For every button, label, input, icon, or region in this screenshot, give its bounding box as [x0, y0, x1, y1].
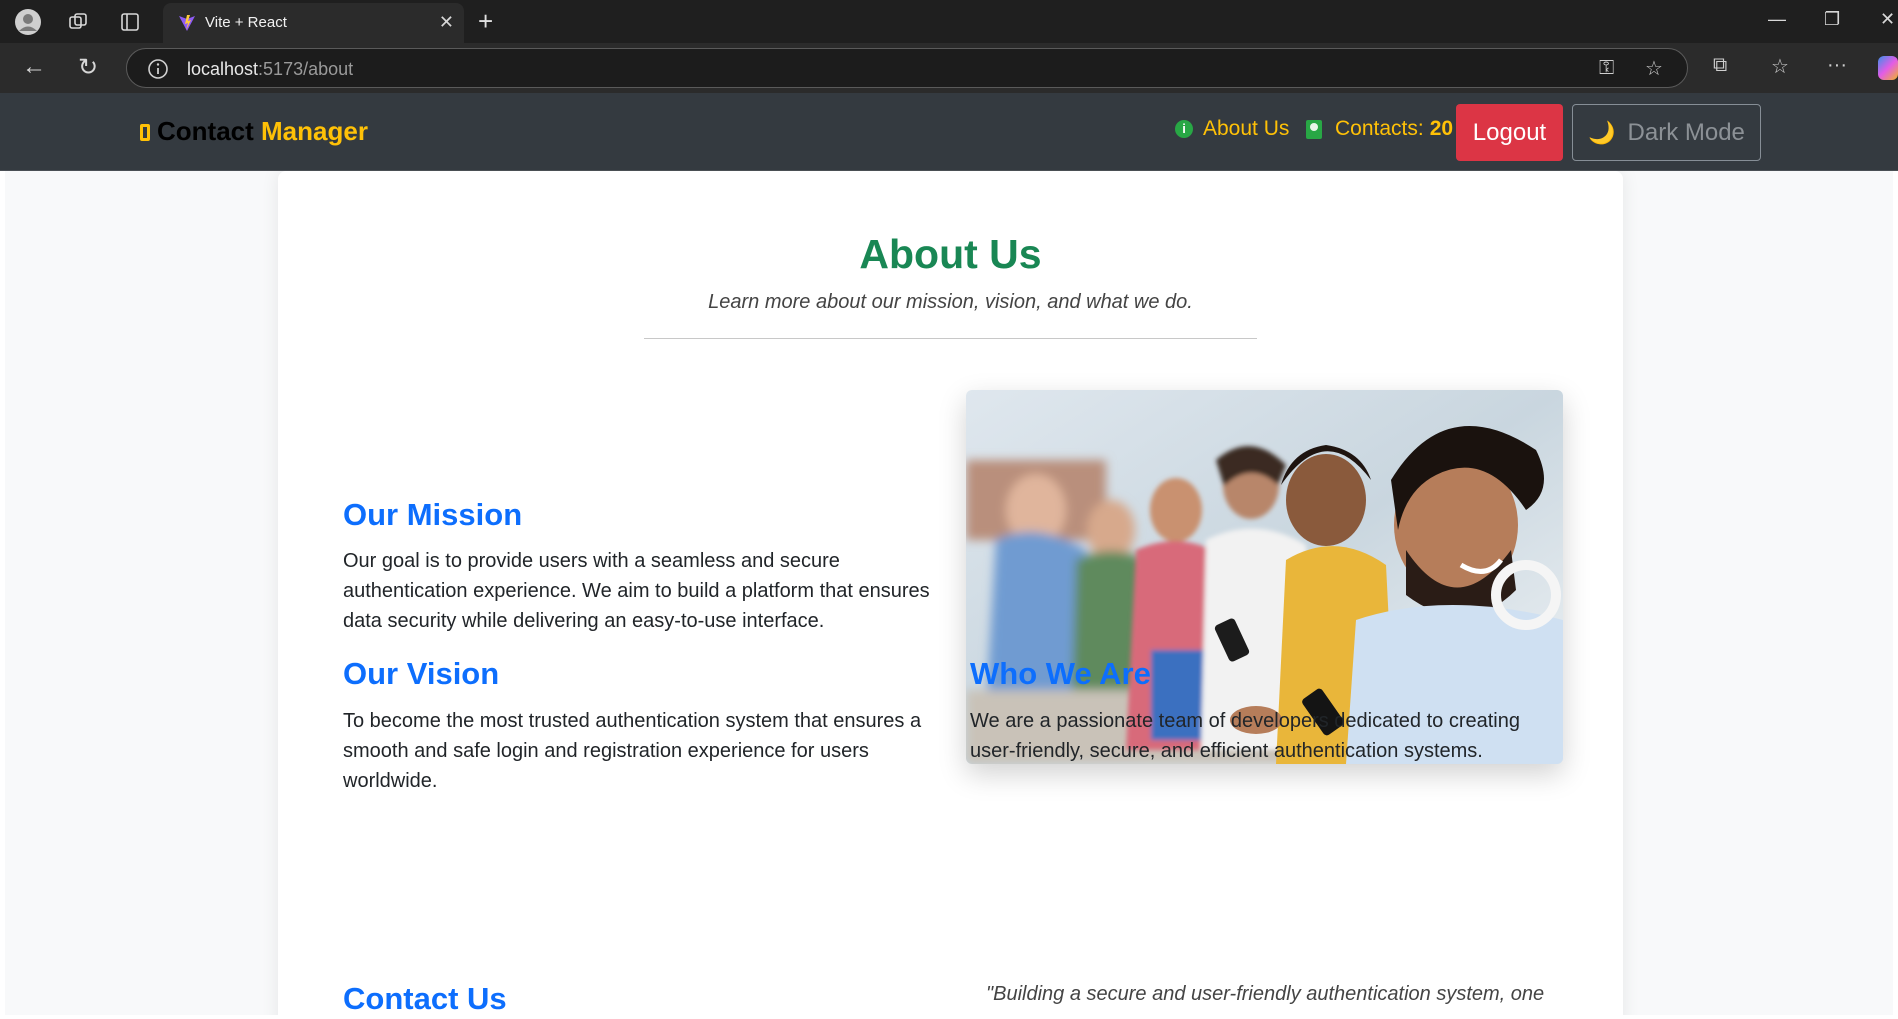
- about-card: About Us Learn more about our mission, v…: [278, 171, 1623, 1015]
- extensions-icon[interactable]: ⧉: [1713, 54, 1727, 77]
- profile-avatar-icon[interactable]: [14, 8, 42, 36]
- phone-icon: [140, 124, 150, 141]
- favorite-star-icon[interactable]: ☆: [1645, 56, 1663, 81]
- dark-mode-button[interactable]: 🌙 Dark Mode: [1572, 104, 1761, 161]
- reload-icon[interactable]: ↻: [78, 53, 98, 82]
- restore-icon[interactable]: ❐: [1824, 9, 1840, 30]
- contact-card-icon: [1306, 119, 1322, 139]
- info-circle-icon: i: [1175, 120, 1193, 138]
- favorites-icon[interactable]: ☆: [1771, 54, 1789, 79]
- vision-text: To become the most trusted authenticatio…: [343, 710, 922, 792]
- close-tab-icon[interactable]: ✕: [439, 12, 454, 33]
- close-window-icon[interactable]: ✕: [1880, 9, 1895, 30]
- key-icon[interactable]: ⚿: [1599, 57, 1614, 80]
- minimize-icon[interactable]: —: [1768, 9, 1786, 30]
- page-title: About Us: [859, 231, 1042, 277]
- nav-about-link[interactable]: i About Us: [1175, 117, 1289, 141]
- tab-title: Vite + React: [205, 14, 287, 31]
- brand-logo[interactable]: Contact Manager: [140, 116, 368, 147]
- nav-contacts-link[interactable]: Contacts: 20: [1306, 117, 1453, 141]
- vertical-tabs-icon[interactable]: [116, 8, 144, 36]
- copilot-icon[interactable]: [1878, 56, 1898, 80]
- vite-logo-icon: [177, 13, 197, 38]
- who-title: Who We Are: [970, 656, 1151, 691]
- back-icon[interactable]: ←: [22, 53, 46, 81]
- new-tab-icon[interactable]: +: [478, 7, 493, 35]
- page-body: About Us Learn more about our mission, v…: [5, 171, 1893, 1015]
- divider: [644, 338, 1257, 339]
- vision-title: Our Vision: [343, 656, 500, 691]
- mission-text: Our goal is to provide users with a seam…: [343, 550, 930, 632]
- quote-text: "Building a secure and user-friendly aut…: [986, 983, 1545, 1005]
- browser-tab-active[interactable]: Vite + React ✕: [163, 3, 464, 43]
- contact-title: Contact Us: [343, 981, 507, 1015]
- browser-tab-strip: Vite + React ✕ + — ❐ ✕: [0, 0, 1898, 43]
- logout-button[interactable]: Logout: [1456, 104, 1563, 161]
- browser-toolbar: ← ↻ localhost:5173/about ⚿ ☆ ⧉ ☆ ···: [0, 43, 1898, 93]
- mission-title: Our Mission: [343, 497, 523, 532]
- more-menu-icon[interactable]: ···: [1827, 54, 1847, 77]
- contacts-count: 20: [1429, 117, 1454, 140]
- moon-icon: 🌙: [1588, 119, 1616, 145]
- address-bar[interactable]: localhost:5173/about ⚿ ☆: [126, 48, 1688, 88]
- who-text: We are a passionate team of developers d…: [970, 710, 1520, 762]
- page-subtitle: Learn more about our mission, vision, an…: [708, 291, 1193, 313]
- url-text: localhost:5173/about: [187, 59, 354, 79]
- app-navbar: Contact Manager i About Us Contacts: 20 L…: [0, 93, 1898, 171]
- workspaces-icon[interactable]: [64, 8, 92, 36]
- site-info-icon[interactable]: [147, 58, 169, 85]
